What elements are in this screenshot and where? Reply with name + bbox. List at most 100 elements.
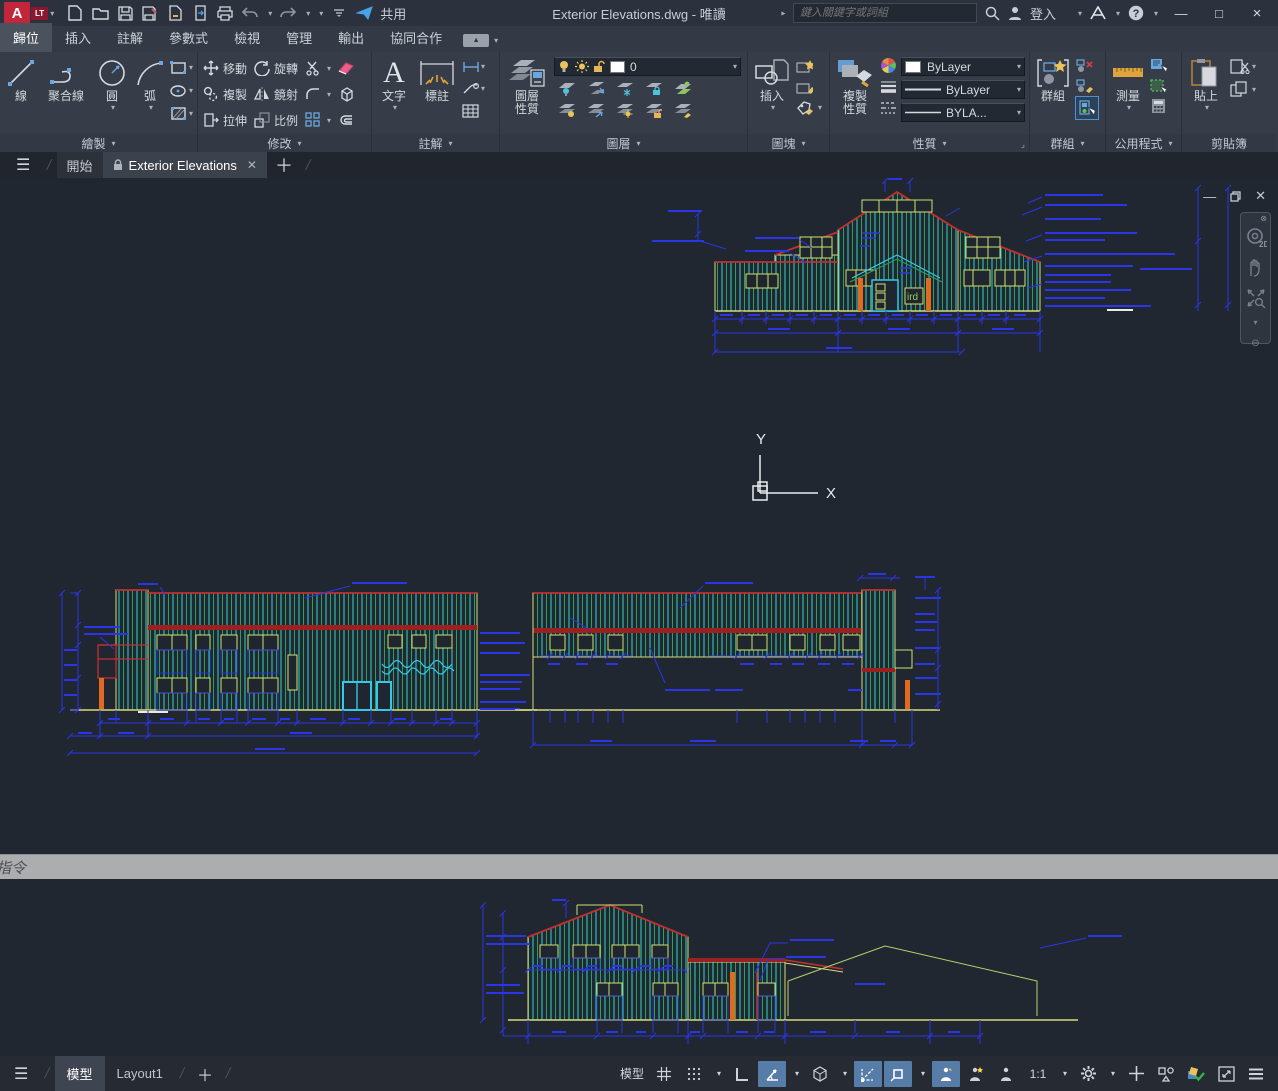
text-button[interactable]: A 文字 ▾ (376, 56, 412, 112)
edit-block-icon[interactable] (796, 79, 813, 96)
snap-caret-icon[interactable]: ▾ (712, 1061, 726, 1087)
ungroup-icon[interactable] (1076, 57, 1093, 74)
paste-caret-icon[interactable]: ▾ (1205, 103, 1209, 112)
search-expand-icon[interactable]: ▾ (778, 11, 787, 15)
isodraft-caret-icon[interactable]: ▾ (838, 1061, 852, 1087)
close-tab-icon[interactable]: ✕ (247, 158, 257, 172)
ribbon-collapse-caret-icon[interactable]: ▾ (494, 36, 498, 45)
leader-button[interactable]: ▾ (462, 80, 485, 97)
tab-collaborate[interactable]: 協同合作 (377, 23, 455, 52)
fillet-button[interactable]: ▾ (304, 82, 331, 106)
minimize-button[interactable]: — (1166, 2, 1196, 24)
search-icon[interactable] (985, 6, 1000, 21)
panel-label-block[interactable]: 圖塊▾ (748, 134, 829, 152)
save-icon[interactable] (116, 4, 134, 22)
layer-match-icon[interactable] (674, 102, 691, 119)
navbar-close-icon[interactable]: ⊗ (1260, 214, 1267, 223)
object-snap-icon[interactable] (884, 1061, 912, 1087)
help-caret-icon[interactable]: ▾ (1154, 9, 1158, 18)
drawing-canvas[interactable]: ird (0, 178, 1278, 1056)
array-caret-icon[interactable]: ▾ (327, 116, 331, 125)
edit-group-icon[interactable] (1076, 77, 1093, 94)
trim-caret-icon[interactable]: ▾ (327, 64, 331, 73)
color-wheel-icon[interactable] (880, 57, 897, 74)
attributes-caret-icon[interactable]: ▾ (818, 103, 822, 112)
autodesk-logo-icon[interactable] (1090, 6, 1106, 20)
scale-caret-icon[interactable]: ▾ (1058, 1061, 1072, 1087)
insert-block-button[interactable]: 插入 ▾ (752, 56, 792, 112)
drawing-tab[interactable]: Exterior Elevations ✕ (103, 152, 267, 178)
fillet-caret-icon[interactable]: ▾ (327, 90, 331, 99)
layer-thaw-all-icon[interactable] (616, 102, 633, 119)
layer-on-row-icon[interactable] (558, 102, 575, 119)
print-icon[interactable] (216, 4, 234, 22)
signin-caret-icon[interactable]: ▾ (1078, 9, 1082, 18)
copy-clip-icon[interactable]: ▾ (1230, 81, 1256, 97)
plot-icon[interactable] (166, 4, 184, 22)
group-selection-toggle[interactable] (1076, 97, 1098, 119)
redo-icon[interactable] (279, 4, 297, 22)
model-tab[interactable]: 模型 (55, 1056, 105, 1091)
rotate-button[interactable]: 旋轉 (253, 56, 298, 80)
share-label[interactable]: 共用 (380, 4, 406, 23)
group-button[interactable]: 群組 (1034, 56, 1072, 103)
create-block-icon[interactable] (796, 58, 813, 75)
measure-caret-icon[interactable]: ▾ (1127, 103, 1131, 112)
help-icon[interactable]: ? (1128, 5, 1144, 21)
properties-dialog-launcher-icon[interactable]: ⌟ (1021, 139, 1025, 150)
viewport-close-icon[interactable]: ✕ (1255, 188, 1266, 204)
new-layout-button[interactable]: ＋ (197, 1062, 213, 1086)
polyline-button[interactable]: 聚合線 (42, 56, 90, 103)
pan-hand-icon[interactable] (1246, 258, 1266, 278)
layer-freeze-arrow-icon[interactable] (587, 80, 604, 97)
linetype-icon[interactable] (880, 99, 897, 116)
app-menu-caret-icon[interactable]: ▾ (50, 9, 54, 18)
cut-caret-icon[interactable]: ▾ (1252, 62, 1256, 71)
line-button[interactable]: 線 (4, 56, 38, 103)
quick-measure-icon[interactable] (1150, 77, 1167, 94)
panel-label-layers[interactable]: 圖層▾ (500, 134, 747, 152)
navigation-wheel-icon[interactable]: 2D (1245, 228, 1267, 248)
snap-icon[interactable] (680, 1061, 708, 1087)
circle-button[interactable]: 圓 ▾ (94, 56, 130, 112)
quick-select-icon[interactable] (1150, 57, 1167, 74)
ortho-icon[interactable] (728, 1061, 756, 1087)
search-input[interactable] (793, 3, 977, 23)
arc-button[interactable]: 弧 ▾ (134, 56, 166, 112)
linetype-combo[interactable]: BYLA...▾ (901, 103, 1025, 122)
text-caret-icon[interactable]: ▾ (393, 103, 397, 112)
layer-combo-caret-icon[interactable]: ▾ (733, 62, 737, 71)
redo-caret-icon[interactable]: ▾ (306, 9, 310, 18)
linear-dim-button[interactable]: ▾ (462, 58, 485, 75)
share-plane-icon[interactable] (355, 4, 373, 22)
color-combo[interactable]: ByLayer▾ (901, 57, 1025, 76)
offset-button[interactable] (337, 108, 354, 132)
arc-caret-icon[interactable]: ▾ (149, 103, 153, 112)
object-snap-tracking-icon[interactable] (854, 1061, 882, 1087)
save-as-icon[interactable] (141, 4, 159, 22)
graphics-performance-icon[interactable] (1182, 1061, 1210, 1087)
leader-caret-icon[interactable]: ▾ (481, 84, 485, 93)
panel-label-utilities[interactable]: 公用程式▾ (1106, 134, 1181, 152)
grid-icon[interactable] (650, 1061, 678, 1087)
layout-menu-icon[interactable]: ☰ (14, 1064, 28, 1084)
annotation-autoscale-icon[interactable] (962, 1061, 990, 1087)
mobile-icon[interactable] (191, 4, 209, 22)
copy-button[interactable]: 複製 (202, 82, 247, 106)
lineweight-combo[interactable]: ByLayer▾ (901, 80, 1025, 99)
zoom-extents-icon[interactable] (1246, 288, 1266, 308)
tab-view[interactable]: 檢視 (221, 23, 273, 52)
tab-insert[interactable]: 插入 (52, 23, 104, 52)
qat-menu-icon[interactable] (330, 4, 348, 22)
autodesk-caret-icon[interactable]: ▾ (1116, 9, 1120, 18)
close-button[interactable]: × (1242, 2, 1272, 24)
layer-freeze-icon[interactable] (616, 80, 633, 97)
app-menu-button[interactable]: A (4, 2, 30, 24)
rectangle-caret-icon[interactable]: ▾ (189, 63, 193, 72)
start-tab[interactable]: 開始 (57, 152, 103, 178)
layer-combo[interactable]: 0 ▾ (554, 57, 741, 76)
panel-label-properties[interactable]: 性質▾⌟ (830, 134, 1029, 152)
undo-icon[interactable] (241, 4, 259, 22)
user-icon[interactable] (1008, 6, 1022, 20)
object-snap-caret-icon[interactable]: ▾ (916, 1061, 930, 1087)
